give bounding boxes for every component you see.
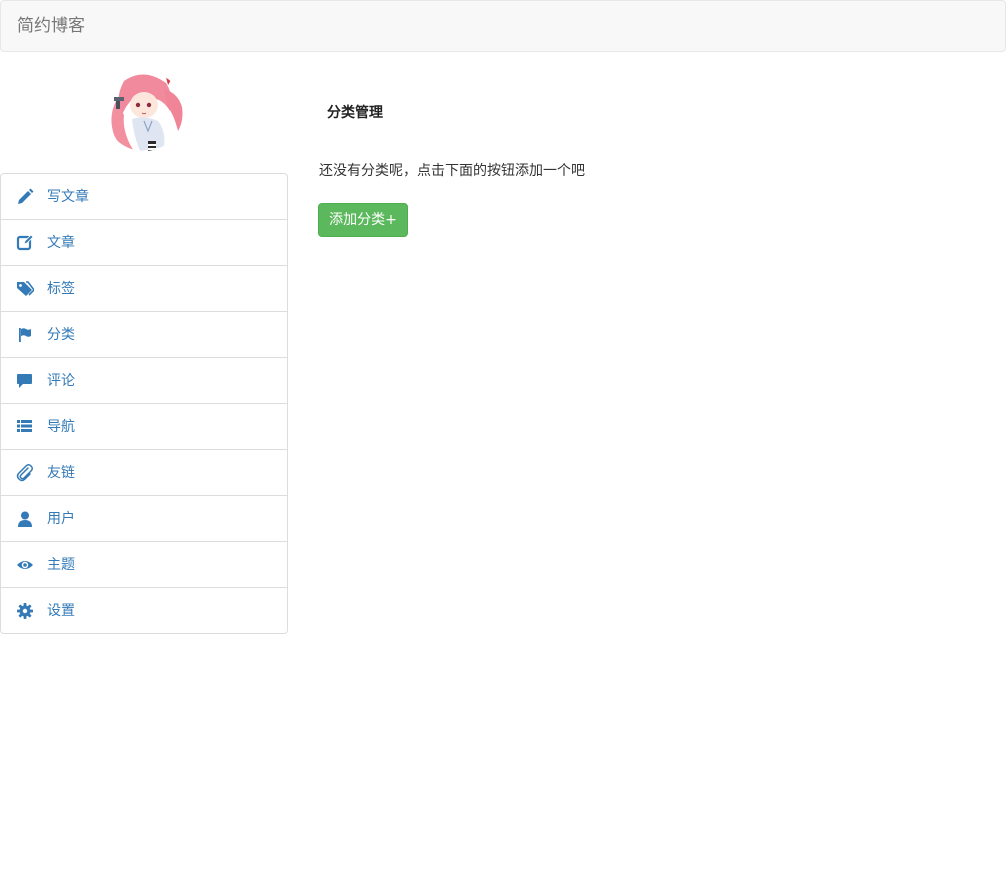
paperclip-icon xyxy=(16,464,33,482)
page-title: 分类管理 xyxy=(327,105,383,121)
sidebar-item-label: 设置 xyxy=(47,603,75,619)
sidebar-item-label: 用户 xyxy=(47,511,75,527)
tags-icon xyxy=(17,281,34,296)
avatar-illustration xyxy=(104,71,184,151)
flag-icon xyxy=(19,328,31,342)
sidebar-item-friend-links[interactable]: 友链 xyxy=(1,449,287,495)
comment-icon xyxy=(17,374,32,388)
avatar xyxy=(104,71,184,151)
pencil-icon xyxy=(18,188,34,204)
sidebar-item-label: 分类 xyxy=(47,327,75,343)
brand-link[interactable]: 简约博客 xyxy=(17,15,85,37)
top-navbar: 简约博客 xyxy=(0,0,1006,52)
add-category-button[interactable]: 添加分类+ xyxy=(318,203,408,237)
eye-icon xyxy=(17,561,33,569)
sidebar-item-label: 写文章 xyxy=(47,189,89,205)
sidebar-item-label: 标签 xyxy=(47,281,75,297)
sidebar-item-label: 主题 xyxy=(47,557,75,573)
sidebar-item-articles[interactable]: 文章 xyxy=(1,219,287,265)
sidebar-item-label: 导航 xyxy=(47,419,75,435)
sidebar-item-users[interactable]: 用户 xyxy=(1,495,287,541)
cog-icon xyxy=(17,603,33,619)
sidebar-item-themes[interactable]: 主题 xyxy=(1,541,287,587)
sidebar-menu: 写文章 文章 标签 分类 评论 导航 友链 用户 主题 设置 xyxy=(0,173,288,634)
sidebar-item-label: 文章 xyxy=(47,235,75,251)
empty-state-message: 还没有分类呢，点击下面的按钮添加一个吧 xyxy=(319,163,585,179)
sidebar-item-settings[interactable]: 设置 xyxy=(1,587,287,633)
sidebar-item-categories[interactable]: 分类 xyxy=(1,311,287,357)
sidebar-item-write-article[interactable]: 写文章 xyxy=(1,174,287,219)
sidebar-item-label: 评论 xyxy=(47,373,75,389)
sidebar-item-comments[interactable]: 评论 xyxy=(1,357,287,403)
sidebar-item-tags[interactable]: 标签 xyxy=(1,265,287,311)
list-icon xyxy=(17,420,32,432)
sidebar-item-label: 友链 xyxy=(47,465,75,481)
sidebar-item-navigation[interactable]: 导航 xyxy=(1,403,287,449)
edit-icon xyxy=(16,234,34,251)
user-icon xyxy=(18,511,32,527)
